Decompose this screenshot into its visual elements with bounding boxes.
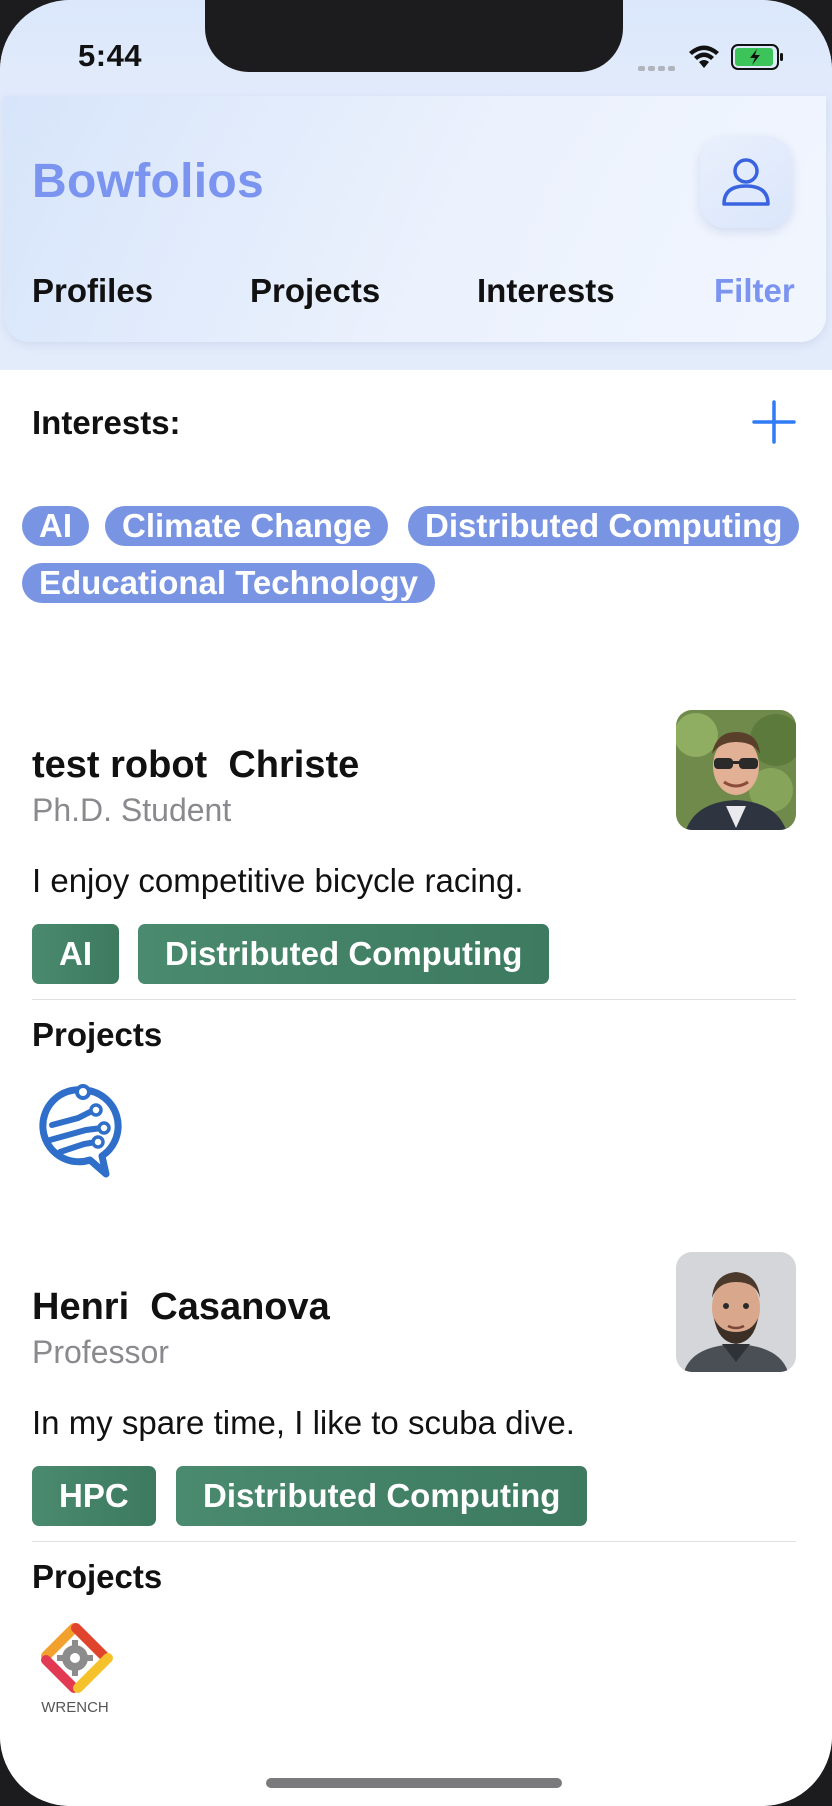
profile-photo xyxy=(676,1252,796,1372)
profile-photo xyxy=(676,710,796,830)
projects-label: Projects xyxy=(32,1558,163,1595)
interests-label: Interests: xyxy=(32,404,181,441)
header: 5:44 Bowfolios Profiles Projects Interes… xyxy=(0,0,832,370)
user-profile-button[interactable] xyxy=(700,136,792,228)
app-title: Bowfolios xyxy=(32,155,265,208)
divider xyxy=(32,999,796,1000)
divider xyxy=(32,1541,796,1542)
interest-chip[interactable]: Climate Change xyxy=(105,506,389,546)
wifi-icon xyxy=(689,45,719,68)
interest-chip[interactable]: AI xyxy=(22,506,89,546)
profile-name: Henri Casanova xyxy=(32,1286,330,1328)
filter-content: Interests: AI Climate Change Distributed… xyxy=(0,370,832,1806)
tab-interests[interactable]: Interests xyxy=(477,272,615,310)
tab-filter[interactable]: Filter xyxy=(714,272,795,310)
device-notch xyxy=(205,0,623,72)
nav-tabs: Profiles Projects Interests Filter xyxy=(0,272,832,314)
home-indicator[interactable] xyxy=(266,1778,562,1788)
status-time: 5:44 xyxy=(78,38,143,73)
profile-title: Ph.D. Student xyxy=(32,792,232,828)
battery-charging-icon xyxy=(731,44,783,70)
project-logo-circuit-chat-icon[interactable] xyxy=(38,1080,128,1180)
profile-interests: AI Distributed Computing xyxy=(32,924,812,984)
interest-tag: AI xyxy=(32,924,119,984)
add-interest-button[interactable] xyxy=(752,400,796,444)
profile-title: Professor xyxy=(32,1334,169,1370)
interest-chip[interactable]: Educational Technology xyxy=(22,563,435,603)
projects-label: Projects xyxy=(32,1016,163,1053)
app-screen: 5:44 Bowfolios Profiles Projects Interes… xyxy=(0,0,832,1806)
wrench-logo-text: WRENCH xyxy=(41,1699,109,1716)
profile-bio: In my spare time, I like to scuba dive. xyxy=(32,1404,575,1441)
cellular-signal-icon xyxy=(638,58,678,71)
interest-tag: Distributed Computing xyxy=(138,924,550,984)
interest-tag: HPC xyxy=(32,1466,156,1526)
profile-interests: HPC Distributed Computing xyxy=(32,1466,812,1526)
tab-profiles[interactable]: Profiles xyxy=(32,272,153,310)
profile-bio: I enjoy competitive bicycle racing. xyxy=(32,862,524,899)
interest-chip[interactable]: Distributed Computing xyxy=(408,506,800,546)
profile-name: test robot Christe xyxy=(32,744,360,786)
user-icon xyxy=(722,158,770,206)
project-logo-wrench-icon[interactable]: WRENCH xyxy=(38,1622,128,1722)
plus-icon xyxy=(752,400,796,444)
interest-tag: Distributed Computing xyxy=(176,1466,588,1526)
tab-projects[interactable]: Projects xyxy=(250,272,380,310)
